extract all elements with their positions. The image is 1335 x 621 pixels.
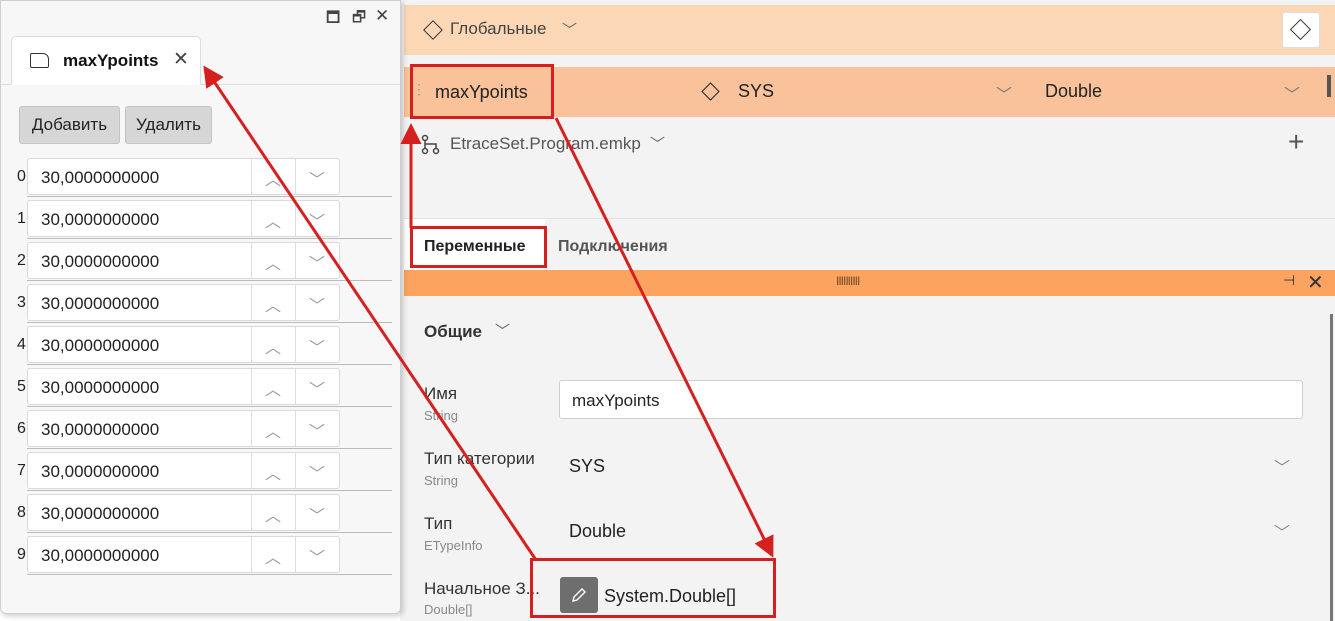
arrow-to-doc-tab <box>203 65 538 561</box>
annotation-arrows <box>203 65 774 561</box>
arrow-to-initial-value <box>554 117 774 558</box>
